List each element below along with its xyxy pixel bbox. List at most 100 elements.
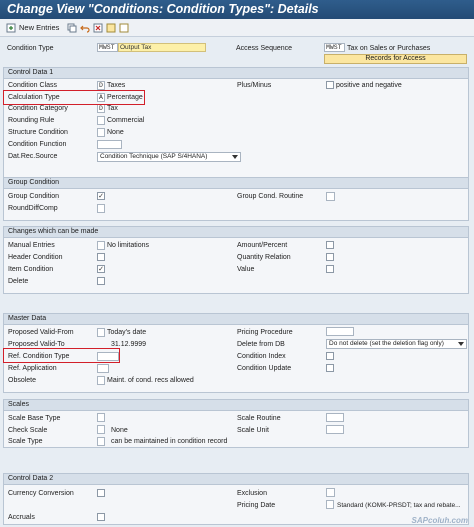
condition-category-field[interactable]: D <box>97 104 105 113</box>
item-condition-checkbox[interactable]: ✓ <box>97 265 105 273</box>
group-condition-label: Group Condition <box>8 193 59 200</box>
pricing-date-field[interactable] <box>326 500 334 509</box>
delete-from-db-select[interactable]: Do not delete (set the deletion flag onl… <box>326 339 467 349</box>
records-for-access-button[interactable]: Records for Access <box>324 54 467 64</box>
application-toolbar: New Entries <box>0 19 474 37</box>
ref-application-field[interactable] <box>97 364 109 373</box>
detail-screen: Condition Type MWST Output Tax Access Se… <box>0 37 474 527</box>
rounding-rule-label: Rounding Rule <box>8 117 55 124</box>
manual-entries-label: Manual Entries <box>8 242 55 249</box>
value-checkbox[interactable] <box>326 265 334 273</box>
copy-icon[interactable] <box>67 23 77 33</box>
condition-update-checkbox[interactable] <box>326 364 334 372</box>
ref-application-label: Ref. Application <box>8 365 57 372</box>
calculation-type-highlight <box>3 90 145 105</box>
new-entries-button[interactable]: New Entries <box>19 22 59 33</box>
dat-rec-source-value: Condition Technique (SAP S/4HANA) <box>100 153 208 160</box>
deselect-all-icon[interactable] <box>119 23 129 33</box>
amount-percent-label: Amount/Percent <box>237 242 288 249</box>
quantity-relation-label: Quantity Relation <box>237 254 291 261</box>
group-cond-routine-label: Group Cond. Routine <box>237 193 304 200</box>
value-label: Value <box>237 266 255 273</box>
scale-type-field[interactable] <box>97 437 105 446</box>
plus-minus-checkbox[interactable] <box>326 81 334 89</box>
manual-entries-field[interactable] <box>97 241 105 250</box>
delete-label: Delete <box>8 278 29 285</box>
section-title: Control Data 2 <box>4 474 468 485</box>
select-all-icon[interactable] <box>106 23 116 33</box>
pricing-date-text: Standard (KOMK-PRSDT; tax and rebate... <box>337 502 461 509</box>
round-diff-comp-field[interactable] <box>97 204 105 213</box>
header-condition-checkbox[interactable] <box>97 253 105 261</box>
condition-type-name-field[interactable]: Output Tax <box>118 43 206 52</box>
exclusion-label: Exclusion <box>237 490 267 497</box>
accruals-checkbox[interactable] <box>97 513 105 521</box>
condition-index-checkbox[interactable] <box>326 352 334 360</box>
header-condition-label: Header Condition <box>8 254 63 261</box>
rounding-rule-text: Commercial <box>107 117 145 124</box>
quantity-relation-checkbox[interactable] <box>326 253 334 261</box>
obsolete-field[interactable] <box>97 376 105 385</box>
check-scale-field[interactable] <box>97 425 105 434</box>
delete-icon[interactable] <box>93 23 103 33</box>
scale-routine-field[interactable] <box>326 413 344 422</box>
item-condition-label: Item Condition <box>8 266 54 273</box>
exclusion-field[interactable] <box>326 488 335 497</box>
structure-condition-field[interactable] <box>97 128 105 137</box>
group-condition-checkbox[interactable]: ✓ <box>97 192 105 200</box>
scale-unit-label: Scale Unit <box>237 427 269 434</box>
currency-conversion-checkbox[interactable] <box>97 489 105 497</box>
delete-from-db-value: Do not delete (set the deletion flag onl… <box>329 340 444 347</box>
condition-class-label: Condition Class <box>8 82 58 89</box>
condition-class-text: Taxes <box>107 82 126 89</box>
proposed-valid-from-field[interactable] <box>97 328 105 337</box>
condition-type-label: Condition Type <box>7 45 54 52</box>
scale-type-text: can be maintained in condition record <box>111 438 228 445</box>
delete-from-db-label: Delete from DB <box>237 341 285 348</box>
pricing-procedure-label: Pricing Procedure <box>237 329 293 336</box>
changes-panel: Changes which can be made Manual Entries… <box>3 226 469 294</box>
check-scale-label: Check Scale <box>8 427 48 434</box>
plus-minus-text: positive and negative <box>336 82 402 89</box>
proposed-valid-from-label: Proposed Valid-From <box>8 329 74 336</box>
plus-minus-label: Plus/Minus <box>237 82 272 89</box>
access-sequence-code-field[interactable]: MWST <box>324 43 345 52</box>
dat-rec-source-label: Dat.Rec.Source <box>8 153 58 160</box>
scale-base-type-label: Scale Base Type <box>8 415 61 422</box>
condition-class-field[interactable]: D <box>97 81 105 90</box>
group-condition-panel: Group Condition Group Condition ✓ Group … <box>3 177 469 221</box>
window-title: Change View "Conditions: Condition Types… <box>0 0 474 19</box>
scale-routine-label: Scale Routine <box>237 415 281 422</box>
undo-icon[interactable] <box>80 23 90 33</box>
watermark: SAPcoluh.com <box>411 516 468 525</box>
chevron-down-icon <box>458 342 464 346</box>
section-title: Group Condition <box>4 178 468 189</box>
group-cond-routine-field[interactable] <box>326 192 335 201</box>
dat-rec-source-select[interactable]: Condition Technique (SAP S/4HANA) <box>97 152 241 162</box>
access-sequence-label: Access Sequence <box>236 45 293 52</box>
pricing-procedure-field[interactable] <box>326 327 354 336</box>
round-diff-comp-label: RoundDiffComp <box>8 205 58 212</box>
condition-function-field[interactable] <box>97 140 122 149</box>
section-title: Changes which can be made <box>4 227 468 238</box>
scale-base-type-field[interactable] <box>97 413 105 422</box>
scales-panel: Scales Scale Base Type Scale Routine Che… <box>3 399 469 448</box>
manual-entries-text: No limitations <box>107 242 150 249</box>
section-title: Scales <box>4 400 468 411</box>
rounding-rule-field[interactable] <box>97 116 105 125</box>
structure-condition-label: Structure Condition <box>8 129 68 136</box>
accruals-label: Accruals <box>8 514 35 521</box>
condition-update-label: Condition Update <box>237 365 292 372</box>
section-title: Master Data <box>4 314 468 325</box>
amount-percent-checkbox[interactable] <box>326 241 334 249</box>
condition-category-text: Tax <box>107 105 118 112</box>
access-sequence-name: Tax on Sales or Purchases <box>347 45 431 52</box>
condition-function-label: Condition Function <box>8 141 67 148</box>
scale-unit-field[interactable] <box>326 425 344 434</box>
delete-checkbox[interactable] <box>97 277 105 285</box>
scale-type-label: Scale Type <box>8 438 43 445</box>
new-entries-icon[interactable] <box>6 23 16 33</box>
pricing-date-label: Pricing Date <box>237 502 276 509</box>
chevron-down-icon <box>232 155 238 159</box>
condition-type-code-field[interactable]: MWST <box>97 43 118 52</box>
